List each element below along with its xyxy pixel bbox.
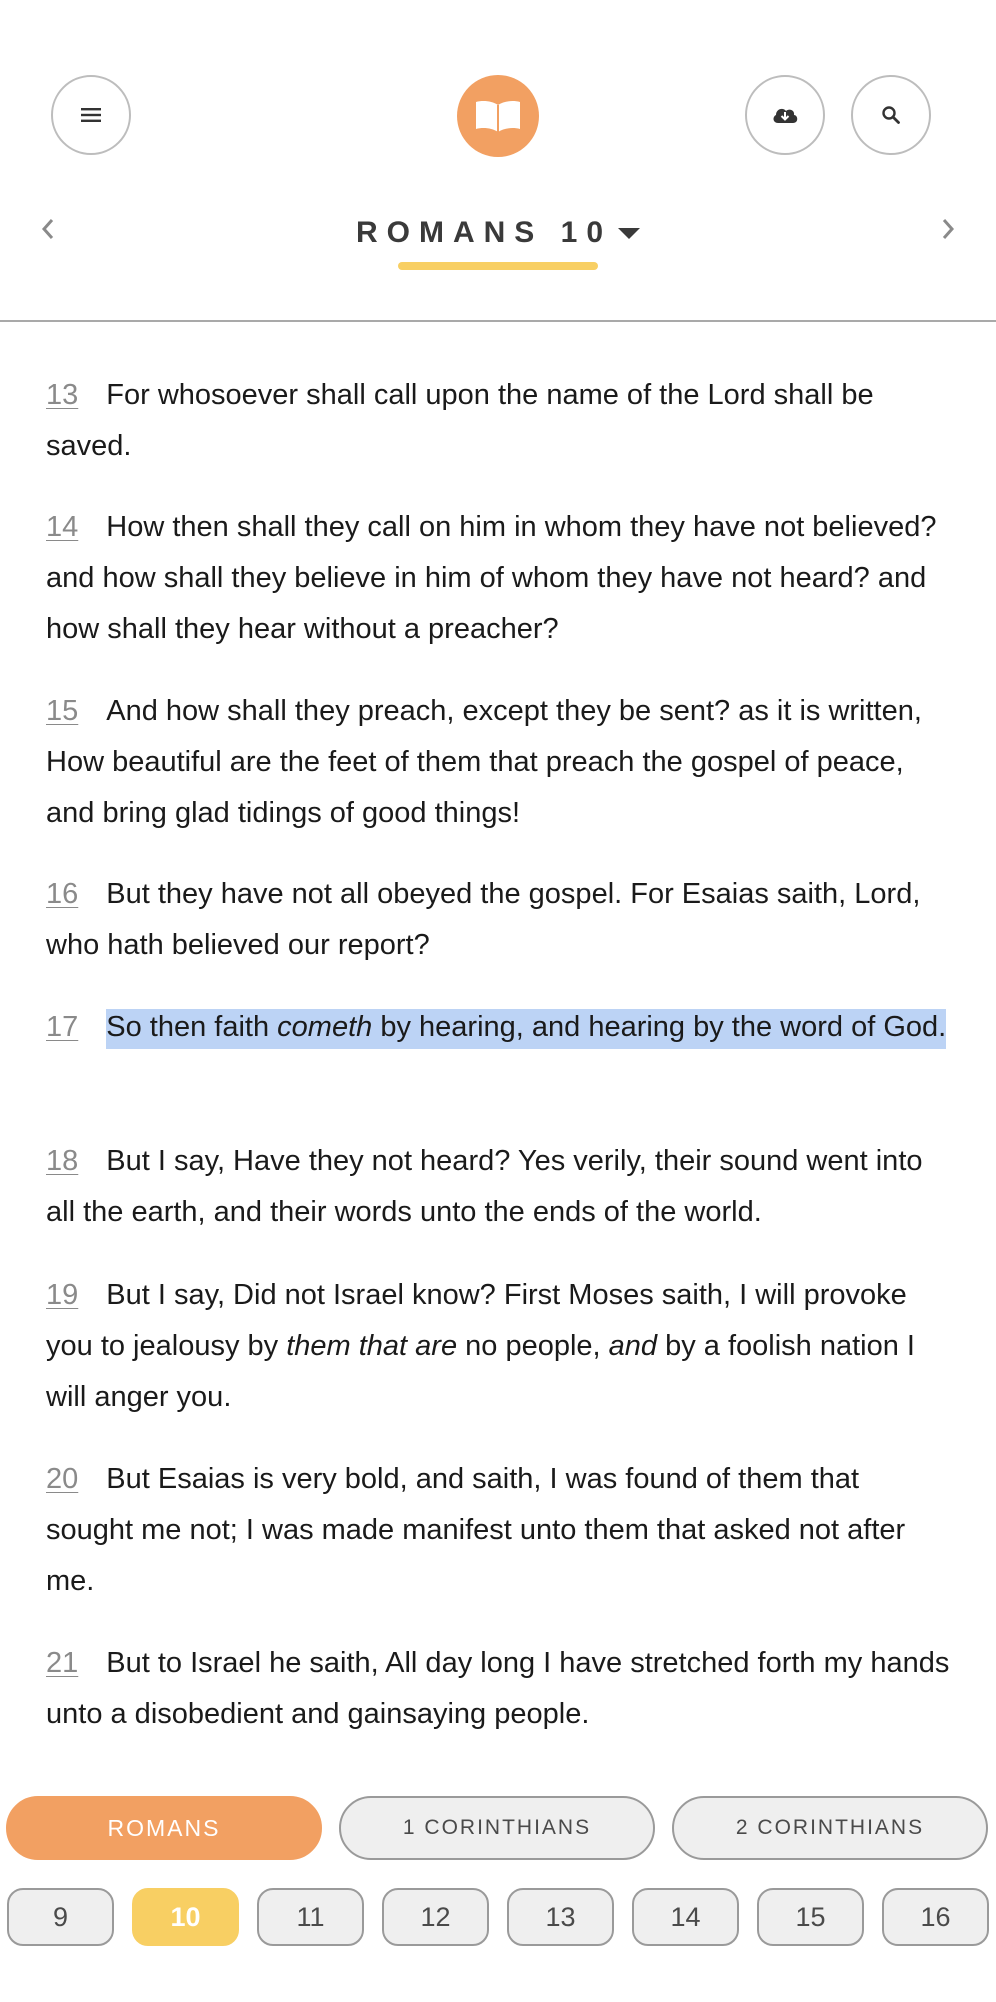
- verse[interactable]: 18 But I say, Have they not heard? Yes ve…: [46, 1136, 950, 1238]
- chapter-title-underline: [398, 262, 598, 270]
- verse-number[interactable]: 17: [46, 1011, 78, 1043]
- book-chip-label: ROMANS: [107, 1814, 221, 1841]
- chapter-title: ROMANS 10: [355, 216, 613, 249]
- verse[interactable]: 15 And how shall they preach, except they…: [46, 686, 950, 839]
- book-chip-2-corinthians[interactable]: 2 CORINTHIANS: [672, 1796, 988, 1860]
- verse-text: How then shall they call on him in whom …: [46, 511, 937, 645]
- chapter-chip-label: 14: [670, 1901, 701, 1932]
- chapter-chip-16[interactable]: 16: [882, 1888, 989, 1946]
- search-icon: [882, 106, 900, 124]
- chapter-chip-12[interactable]: 12: [382, 1888, 489, 1946]
- menu-button[interactable]: [51, 75, 131, 155]
- verse-number[interactable]: 15: [46, 695, 78, 727]
- verse-text: no people,: [457, 1330, 609, 1362]
- caret-down-icon: [618, 227, 641, 239]
- book-chip-1-corinthians[interactable]: 1 CORINTHIANS: [339, 1796, 655, 1860]
- book-chip-romans[interactable]: ROMANS: [6, 1796, 322, 1860]
- verse-highlight: So then faith cometh by hearing, and hea…: [106, 1009, 947, 1049]
- chevron-right-icon: [942, 219, 955, 239]
- download-button[interactable]: [745, 75, 825, 155]
- verse[interactable]: 19 But I say, Did not Israel know? First …: [46, 1270, 950, 1423]
- verse-number[interactable]: 14: [46, 511, 78, 543]
- verse[interactable]: 14 How then shall they call on him in who…: [46, 502, 950, 655]
- verse[interactable]: 21 But to Israel he saith, All day long I…: [46, 1638, 950, 1740]
- next-chapter-button[interactable]: [928, 205, 968, 253]
- verse-number[interactable]: 19: [46, 1279, 78, 1311]
- chapter-chip-label: 11: [296, 1901, 325, 1932]
- verse[interactable]: 16 But they have not all obeyed the gospe…: [46, 869, 950, 971]
- app-logo: [457, 75, 539, 157]
- verse[interactable]: 20 But Esaias is very bold, and saith, I …: [46, 1454, 950, 1607]
- chapter-chip-label: 12: [420, 1901, 451, 1932]
- verse-text: But to Israel he saith, All day long I h…: [46, 1647, 950, 1730]
- verse-text-italic: and: [608, 1330, 658, 1362]
- chapter-chip-10[interactable]: 10: [132, 1888, 239, 1946]
- chapter-chip-label: 10: [170, 1901, 201, 1932]
- top-header: ROMANS 10: [0, 0, 996, 322]
- verse-number[interactable]: 18: [46, 1145, 78, 1177]
- chapter-selector[interactable]: ROMANS 10: [330, 205, 666, 261]
- chapter-chip-13[interactable]: 13: [507, 1888, 614, 1946]
- verse-text: So then faith: [106, 1011, 278, 1043]
- hamburger-menu-icon: [81, 108, 101, 122]
- verse-text: But I say, Have they not heard? Yes veri…: [46, 1145, 923, 1228]
- book-chip-label: 2 CORINTHIANS: [735, 1816, 925, 1839]
- verse[interactable]: 13 For whosoever shall call upon the name…: [46, 370, 950, 472]
- chapter-chip-11[interactable]: 11: [257, 1888, 364, 1946]
- search-button[interactable]: [851, 75, 931, 155]
- verse-number[interactable]: 16: [46, 878, 78, 910]
- book-chip-label: 1 CORINTHIANS: [402, 1816, 592, 1839]
- chapter-chip-label: 13: [545, 1901, 576, 1932]
- verse-number[interactable]: 13: [46, 379, 78, 411]
- book-selector-bar[interactable]: ROMANS 1 CORINTHIANS 2 CORINTHIANS: [0, 1796, 996, 1860]
- verse-number[interactable]: 21: [46, 1647, 78, 1679]
- chapter-chip-14[interactable]: 14: [632, 1888, 739, 1946]
- verse-text: But they have not all obeyed the gospel.…: [46, 878, 921, 961]
- verse-text: And how shall they preach, except they b…: [46, 695, 922, 829]
- cloud-download-icon: [773, 108, 798, 123]
- chapter-chip-15[interactable]: 15: [757, 1888, 864, 1946]
- verse-text-italic: cometh: [277, 1011, 373, 1043]
- chapter-chip-9[interactable]: 9: [7, 1888, 114, 1946]
- chevron-left-icon: [41, 219, 54, 239]
- chapter-chip-label: 9: [52, 1901, 69, 1932]
- chapter-chip-label: 15: [795, 1901, 826, 1932]
- verse-text: But Esaias is very bold, and saith, I wa…: [46, 1463, 906, 1597]
- chapter-chip-label: 16: [920, 1901, 951, 1932]
- verse-text: by hearing, and hearing by the word of G…: [372, 1011, 947, 1043]
- verse-highlighted[interactable]: 17 So then faith cometh by hearing, and h…: [46, 1002, 950, 1053]
- verse-text-italic: them that are: [286, 1330, 458, 1362]
- chapter-text[interactable]: 13 For whosoever shall call upon the name…: [0, 324, 996, 1750]
- previous-chapter-button[interactable]: [28, 205, 68, 253]
- chapter-selector-bar[interactable]: 9 10 11 12 13 14 15 16: [0, 1888, 996, 1946]
- open-book-icon: [476, 101, 520, 132]
- verse-text: For whosoever shall call upon the name o…: [46, 379, 874, 462]
- verse-number[interactable]: 20: [46, 1463, 78, 1495]
